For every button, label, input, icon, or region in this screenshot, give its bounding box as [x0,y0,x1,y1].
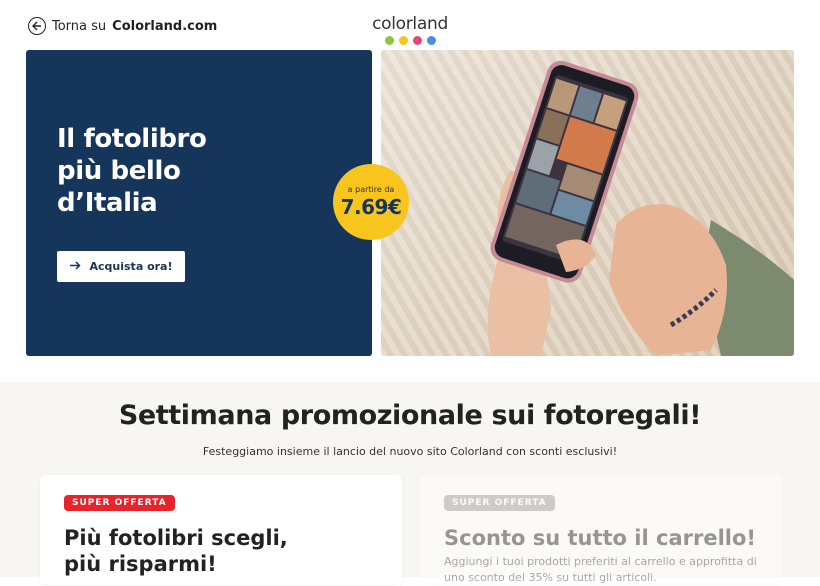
arrow-right-icon [69,260,81,273]
price-badge: a partire da 7.69€ [333,164,409,240]
logo-dot-green [384,36,394,45]
hero-title: Il fotolibro più bello d’Italia [57,123,257,219]
logo-wordmark: colorland [372,14,448,34]
offer-card[interactable]: SUPER OFFERTA Più fotolibri scegli, più … [40,475,402,585]
buy-now-label: Acquista ora! [89,260,173,273]
back-link-site: Colorland.com [112,18,218,34]
hero-title-line: più bello [57,156,181,186]
logo-dot-pink [412,36,422,45]
promo-title: Settimana promozionale sui fotoregali! [118,400,702,431]
hero-photo [381,50,794,356]
back-link-prefix: Torna su [52,18,107,34]
colorland-logo[interactable]: colorland [372,14,448,45]
super-offer-badge: SUPER OFFERTA [64,495,175,511]
buy-now-button[interactable]: Acquista ora! [57,251,185,282]
logo-dots [372,36,448,45]
top-bar: Torna su Colorland.com colorland [0,0,820,48]
promo-subtitle: Festeggiamo insieme il lancio del nuovo … [202,445,618,458]
arrow-left-icon [28,17,46,35]
hero-title-line: d’Italia [57,188,158,218]
logo-dot-yellow [398,36,408,45]
hero-title-line: Il fotolibro [57,124,207,154]
hero-panel: Il fotolibro più bello d’Italia Acquista… [26,50,372,356]
back-to-site-link[interactable]: Torna su Colorland.com [28,17,217,35]
offer-card-text: Aggiungi i tuoi prodotti preferiti al ca… [444,555,757,584]
hands-holding-phone-illustration [487,60,794,356]
super-offer-badge: SUPER OFFERTA [444,495,555,511]
price-from-label: a partire da [347,185,395,194]
logo-dot-blue [426,36,436,45]
price-value: 7.69€ [340,195,402,219]
offer-card-title: Più fotolibri scegli, più risparmi! [64,526,288,576]
offer-card[interactable]: SUPER OFFERTA Sconto su tutto il carrell… [420,475,782,585]
offer-card-title: Sconto su tutto il carrello! [444,526,756,550]
